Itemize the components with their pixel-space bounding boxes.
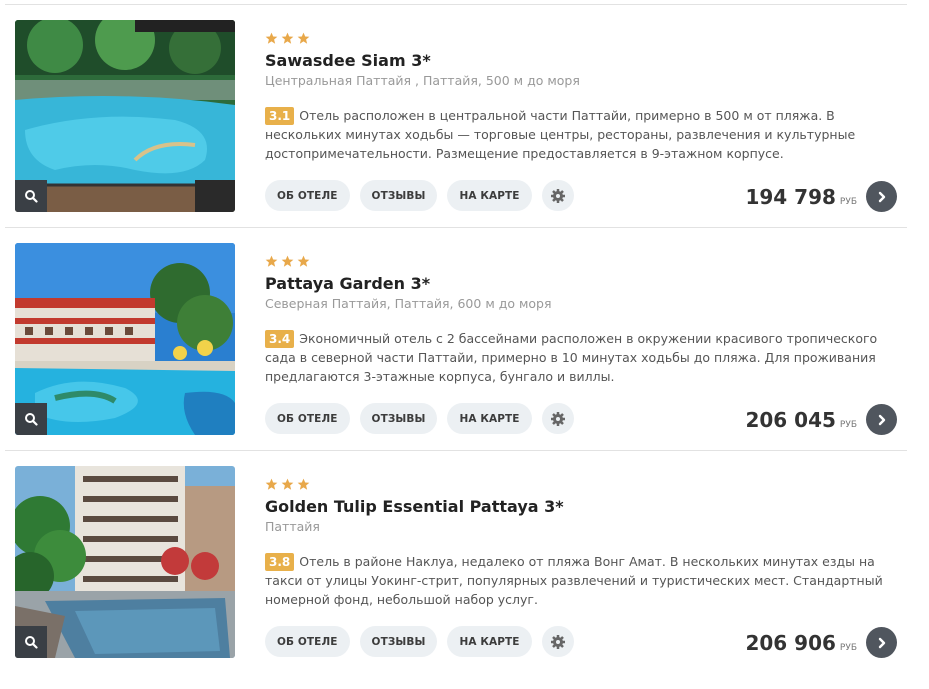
star-icon — [297, 255, 310, 267]
hotel-description: 3.8 Отель в районе Наклуа, недалеко от пл… — [265, 552, 905, 609]
card-divider — [5, 450, 907, 451]
about-hotel-button[interactable]: ОБ ОТЕЛЕ — [265, 626, 350, 657]
price-currency: РУБ — [839, 420, 857, 430]
open-hotel-button[interactable] — [866, 181, 897, 212]
rating-badge: 3.1 — [265, 107, 295, 125]
zoom-icon — [25, 636, 38, 649]
reviews-button[interactable]: ОТЗЫВЫ — [359, 180, 438, 211]
star-icon — [297, 32, 310, 44]
description-text: Отель расположен в центральной части Пат… — [265, 108, 856, 161]
chevron-right-icon — [878, 191, 885, 202]
zoom-button[interactable] — [15, 180, 47, 212]
map-button[interactable]: НА КАРТЕ — [447, 403, 532, 434]
hotel-description: 3.4 Экономичный отель с 2 бассейнами расп… — [265, 329, 905, 386]
star-icon — [281, 32, 294, 44]
hotel-actions: ОБ ОТЕЛЕ ОТЗЫВЫ НА КАРТЕ — [265, 403, 574, 434]
chevron-right-icon — [878, 637, 885, 648]
hotel-location: Центральная Паттайя , Паттайя, 500 м до … — [265, 73, 580, 88]
hotel-photo[interactable] — [15, 466, 235, 658]
price-value: 206 906 — [745, 631, 836, 655]
price-value: 206 045 — [745, 408, 836, 432]
hotel-name[interactable]: Pattaya Garden 3* — [265, 274, 430, 293]
zoom-button[interactable] — [15, 626, 47, 658]
top-divider — [5, 4, 907, 5]
hotel-price: 194 798 РУБ — [745, 185, 857, 209]
gear-icon — [550, 634, 565, 649]
zoom-icon — [25, 190, 38, 203]
chevron-right-icon — [878, 414, 885, 425]
hotel-location: Северная Паттайя, Паттайя, 600 м до моря — [265, 296, 552, 311]
star-icon — [297, 478, 310, 490]
hotel-stars — [265, 32, 310, 46]
settings-button[interactable] — [541, 180, 574, 211]
gear-icon — [550, 411, 565, 426]
hotel-name[interactable]: Golden Tulip Essential Pattaya 3* — [265, 497, 564, 516]
gear-icon — [550, 188, 565, 203]
description-text: Экономичный отель с 2 бассейнами располо… — [265, 331, 878, 384]
star-icon — [265, 478, 278, 490]
hotel-actions: ОБ ОТЕЛЕ ОТЗЫВЫ НА КАРТЕ — [265, 180, 574, 211]
rating-badge: 3.4 — [265, 330, 295, 348]
open-hotel-button[interactable] — [866, 404, 897, 435]
hotel-location: Паттайя — [265, 519, 320, 534]
hotel-info: Golden Tulip Essential Pattaya 3* Паттай… — [265, 466, 905, 658]
card-divider — [5, 227, 907, 228]
hotel-actions: ОБ ОТЕЛЕ ОТЗЫВЫ НА КАРТЕ — [265, 626, 574, 657]
hotel-photo[interactable] — [15, 243, 235, 435]
star-icon — [265, 32, 278, 44]
about-hotel-button[interactable]: ОБ ОТЕЛЕ — [265, 180, 350, 211]
hotel-card: Sawasdee Siam 3* Центральная Паттайя , П… — [5, 20, 907, 243]
star-icon — [281, 255, 294, 267]
reviews-button[interactable]: ОТЗЫВЫ — [359, 403, 438, 434]
settings-button[interactable] — [541, 403, 574, 434]
star-icon — [265, 255, 278, 267]
star-icon — [281, 478, 294, 490]
price-currency: РУБ — [839, 197, 857, 207]
hotel-photo[interactable] — [15, 20, 235, 212]
rating-badge: 3.8 — [265, 553, 295, 571]
reviews-button[interactable]: ОТЗЫВЫ — [359, 626, 438, 657]
hotel-stars — [265, 478, 310, 492]
description-text: Отель в районе Наклуа, недалеко от пляжа… — [265, 554, 883, 607]
hotel-description: 3.1 Отель расположен в центральной части … — [265, 106, 905, 163]
hotel-price: 206 906 РУБ — [745, 631, 857, 655]
hotel-info: Pattaya Garden 3* Северная Паттайя, Патт… — [265, 243, 905, 435]
hotel-card: Golden Tulip Essential Pattaya 3* Паттай… — [15, 466, 907, 689]
zoom-icon — [25, 413, 38, 426]
hotel-price: 206 045 РУБ — [745, 408, 857, 432]
hotel-card: Pattaya Garden 3* Северная Паттайя, Патт… — [5, 243, 907, 466]
price-currency: РУБ — [839, 643, 857, 653]
settings-button[interactable] — [541, 626, 574, 657]
hotel-name[interactable]: Sawasdee Siam 3* — [265, 51, 431, 70]
map-button[interactable]: НА КАРТЕ — [447, 626, 532, 657]
price-value: 194 798 — [745, 185, 836, 209]
hotel-info: Sawasdee Siam 3* Центральная Паттайя , П… — [265, 20, 905, 212]
map-button[interactable]: НА КАРТЕ — [447, 180, 532, 211]
zoom-button[interactable] — [15, 403, 47, 435]
hotel-stars — [265, 255, 310, 269]
open-hotel-button[interactable] — [866, 627, 897, 658]
about-hotel-button[interactable]: ОБ ОТЕЛЕ — [265, 403, 350, 434]
